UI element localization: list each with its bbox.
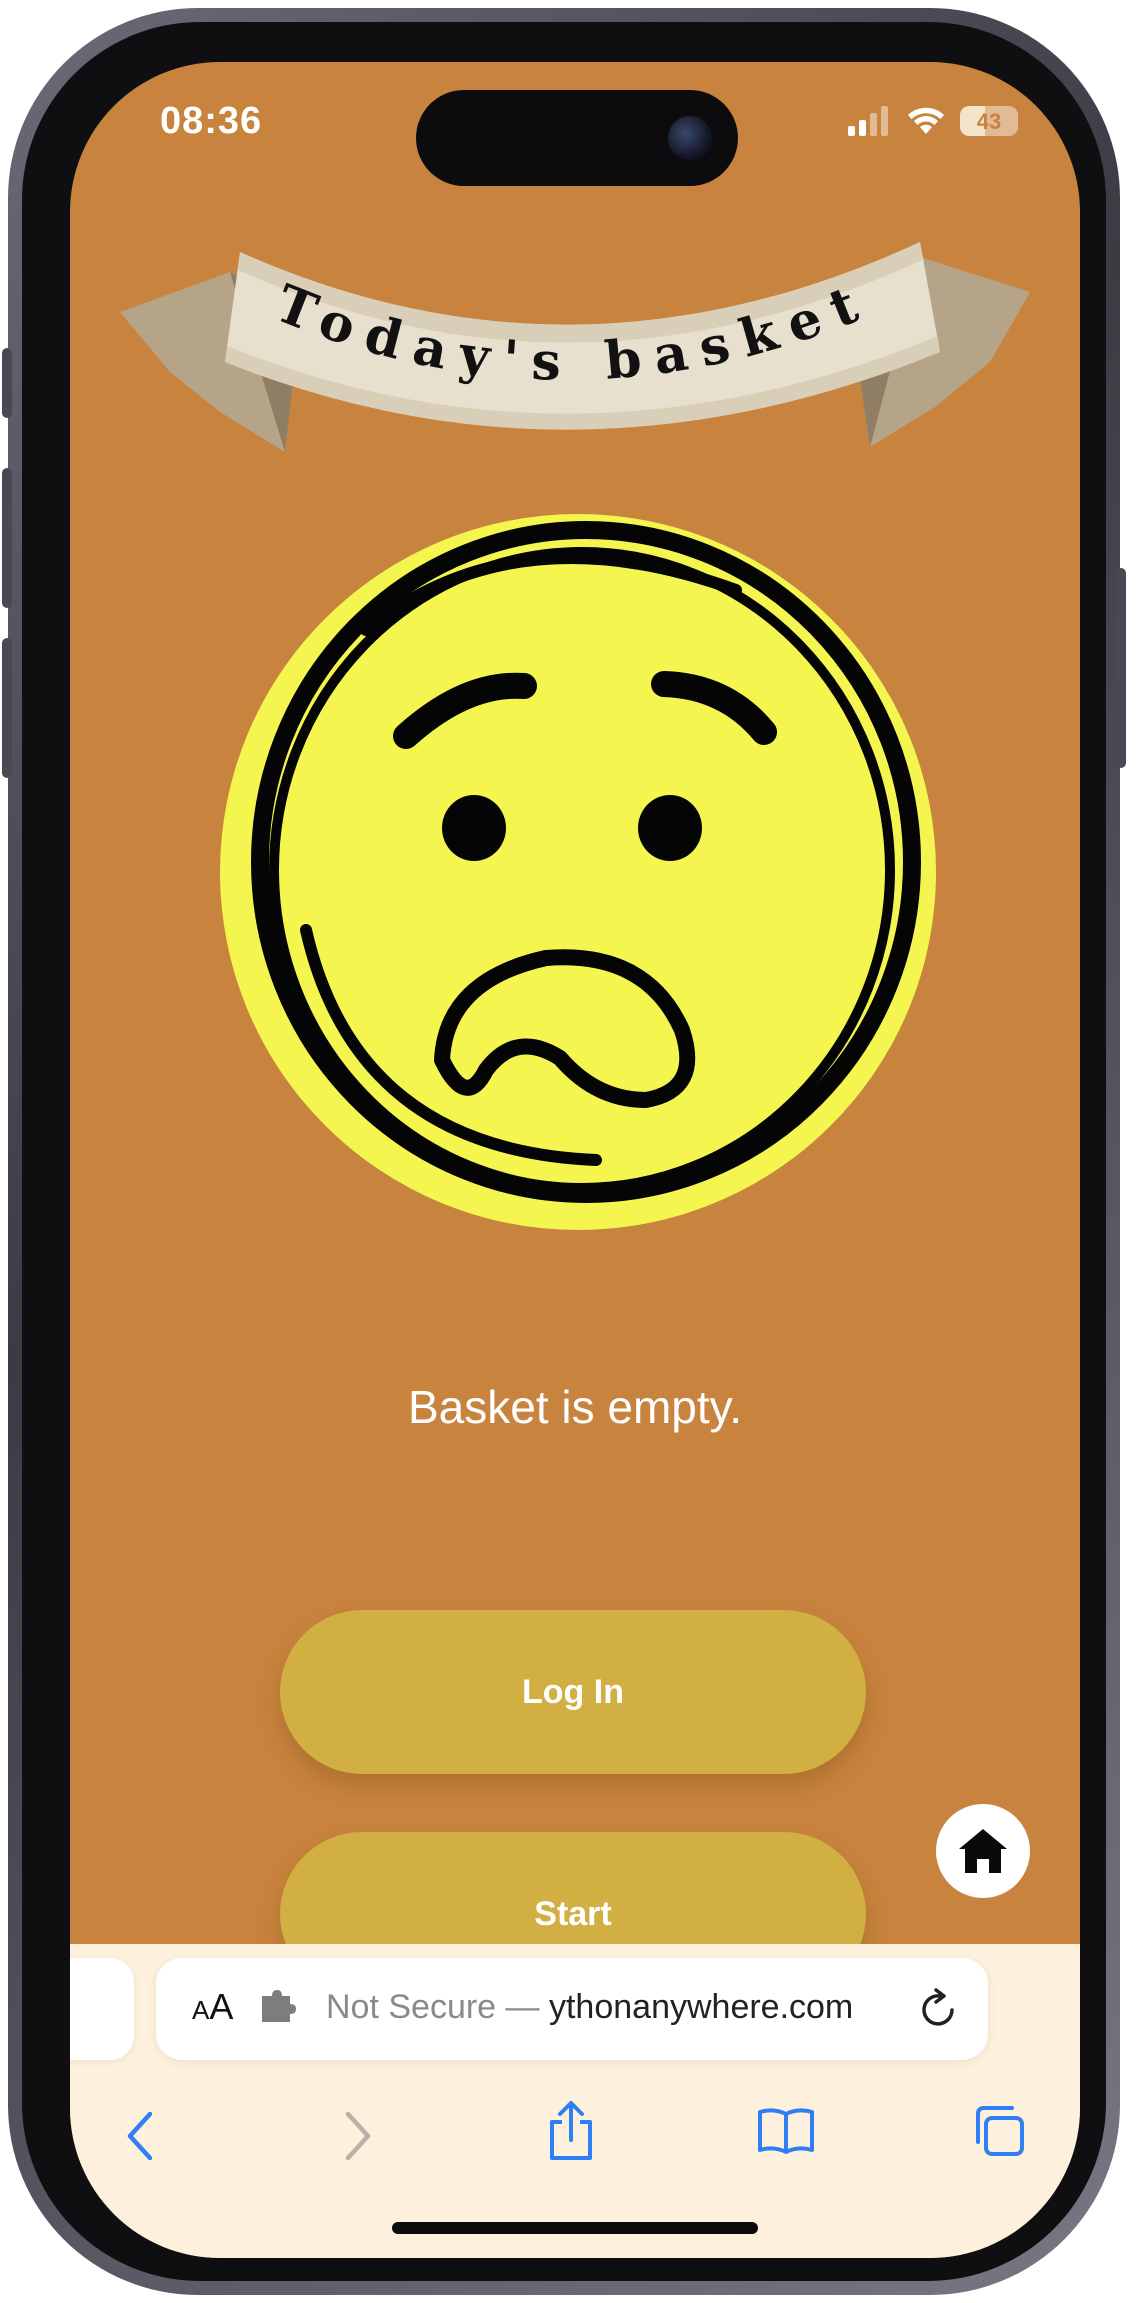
volume-down-button (2, 638, 12, 778)
status-indicators: 43 (848, 106, 1018, 136)
power-button (1116, 568, 1126, 768)
extension-puzzle-icon[interactable] (260, 1990, 296, 2024)
text-size-button[interactable]: AA (192, 1986, 233, 2028)
tabs-icon[interactable] (972, 2104, 1026, 2158)
todays-basket-banner: Today's basket (120, 242, 1030, 452)
screen: 08:36 43 Today's basket Basket is empty.… (70, 62, 1080, 2258)
home-button[interactable] (936, 1804, 1030, 1898)
phone-frame: 08:36 43 Today's basket Basket is empty.… (2, 8, 1126, 2295)
url-host: ythonanywhere.com (548, 1988, 854, 2026)
front-camera (668, 116, 712, 160)
wifi-icon (908, 107, 944, 134)
security-warning: Not Secure — (326, 1988, 549, 2026)
sad-face-icon (220, 514, 936, 1230)
back-icon[interactable] (124, 2110, 156, 2162)
share-icon[interactable] (546, 2100, 596, 2162)
text-size-small-letter: A (192, 1995, 210, 2025)
empty-basket-message: Basket is empty. (407, 1381, 743, 1433)
dynamic-island (416, 90, 738, 186)
action-button (2, 348, 12, 418)
login-button[interactable]: Log In (280, 1610, 866, 1774)
bookmarks-icon[interactable] (756, 2106, 816, 2156)
status-time: 08:36 (160, 100, 263, 142)
address-bar[interactable]: AA Not Secure — ythonanywhere.com (156, 1958, 988, 2060)
reload-icon[interactable] (918, 1988, 958, 2030)
home-icon (959, 1829, 1007, 1873)
forward-icon[interactable] (342, 2110, 374, 2162)
text-size-large-letter: A (209, 1986, 234, 2027)
battery-indicator: 43 (960, 106, 1018, 136)
volume-up-button (2, 468, 12, 608)
cellular-signal-icon (848, 106, 888, 136)
home-indicator[interactable] (392, 2222, 758, 2234)
previous-tab-preview[interactable] (70, 1958, 134, 2060)
browser-toolbar: AA Not Secure — ythonanywhere.com (70, 1944, 1080, 2258)
url-display[interactable]: Not Secure — ythonanywhere.com (326, 1988, 853, 2027)
battery-percent: 43 (976, 109, 1002, 134)
